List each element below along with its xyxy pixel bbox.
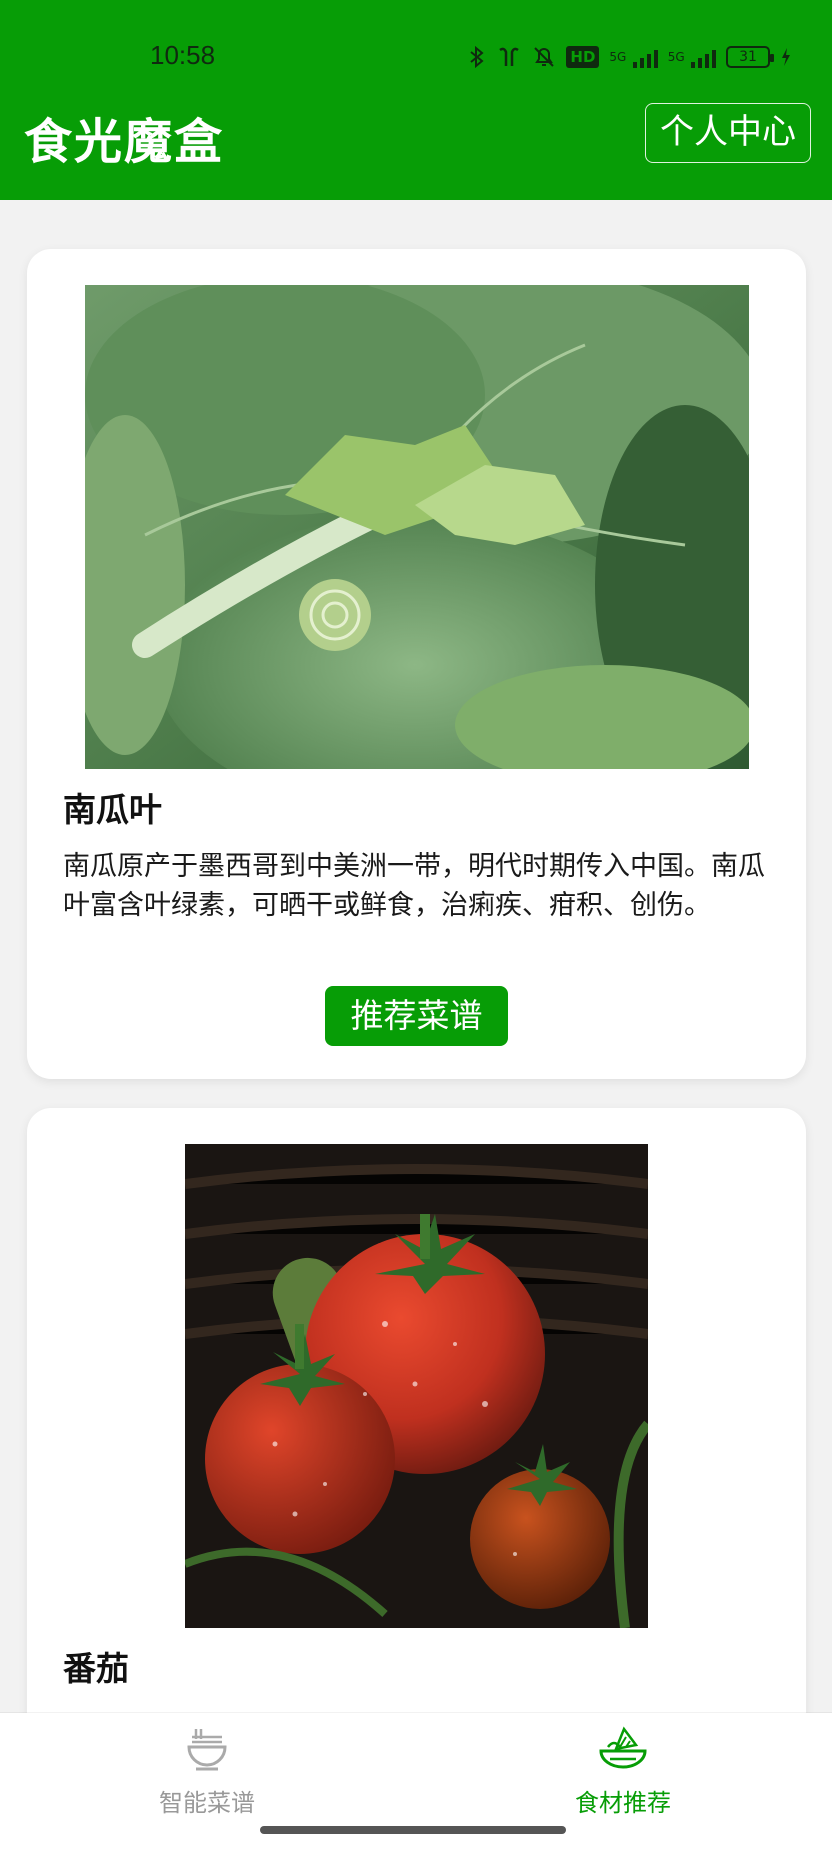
app-screen: 10:58 HD 5G 5G 31 食光魔盒 个人中心 南瓜叶 南瓜原产于墨西哥…: [0, 0, 832, 1849]
hd-badge-icon: HD: [566, 46, 600, 68]
charging-icon: [780, 46, 792, 68]
status-time: 10:58: [150, 40, 216, 70]
veggie-basket-icon: [598, 1725, 648, 1775]
food-card: 南瓜叶 南瓜原产于墨西哥到中美洲一带，明代时期传入中国。南瓜叶富含叶绿素，可晒干…: [27, 249, 806, 1079]
mute-bell-icon: [532, 46, 556, 68]
profile-center-button[interactable]: 个人中心: [645, 103, 811, 163]
status-bar: 10:58 HD 5G 5G 31: [0, 0, 832, 70]
nav-tab-smart-recipe[interactable]: 智能菜谱: [107, 1725, 307, 1818]
app-title: 食光魔盒: [24, 114, 225, 170]
pumpkin-leaf-photo: [85, 285, 749, 769]
status-icons: HD 5G 5G 31: [468, 44, 792, 70]
recommend-recipe-button[interactable]: 推荐菜谱: [325, 986, 508, 1046]
nav-label: 智能菜谱: [159, 1789, 255, 1817]
food-name: 番茄: [63, 1649, 129, 1688]
food-description: 南瓜原产于墨西哥到中美洲一带，明代时期传入中国。南瓜叶富含叶绿素，可晒干或鲜食，…: [63, 851, 765, 921]
bowl-icon: [182, 1725, 232, 1775]
nav-tab-ingredient-recommend[interactable]: 食材推荐: [523, 1725, 723, 1818]
home-indicator[interactable]: [260, 1826, 566, 1834]
tomato-photo: [185, 1144, 648, 1628]
earbuds-icon: [496, 46, 522, 68]
battery-icon: 31: [726, 46, 774, 68]
nav-label: 食材推荐: [575, 1789, 671, 1817]
signal-5g-1-icon: 5G: [609, 46, 658, 68]
app-header: 10:58 HD 5G 5G 31 食光魔盒 个人中心: [0, 0, 832, 200]
food-name: 南瓜叶: [63, 790, 162, 829]
signal-5g-2-icon: 5G: [668, 46, 716, 68]
bluetooth-icon: [468, 45, 486, 69]
